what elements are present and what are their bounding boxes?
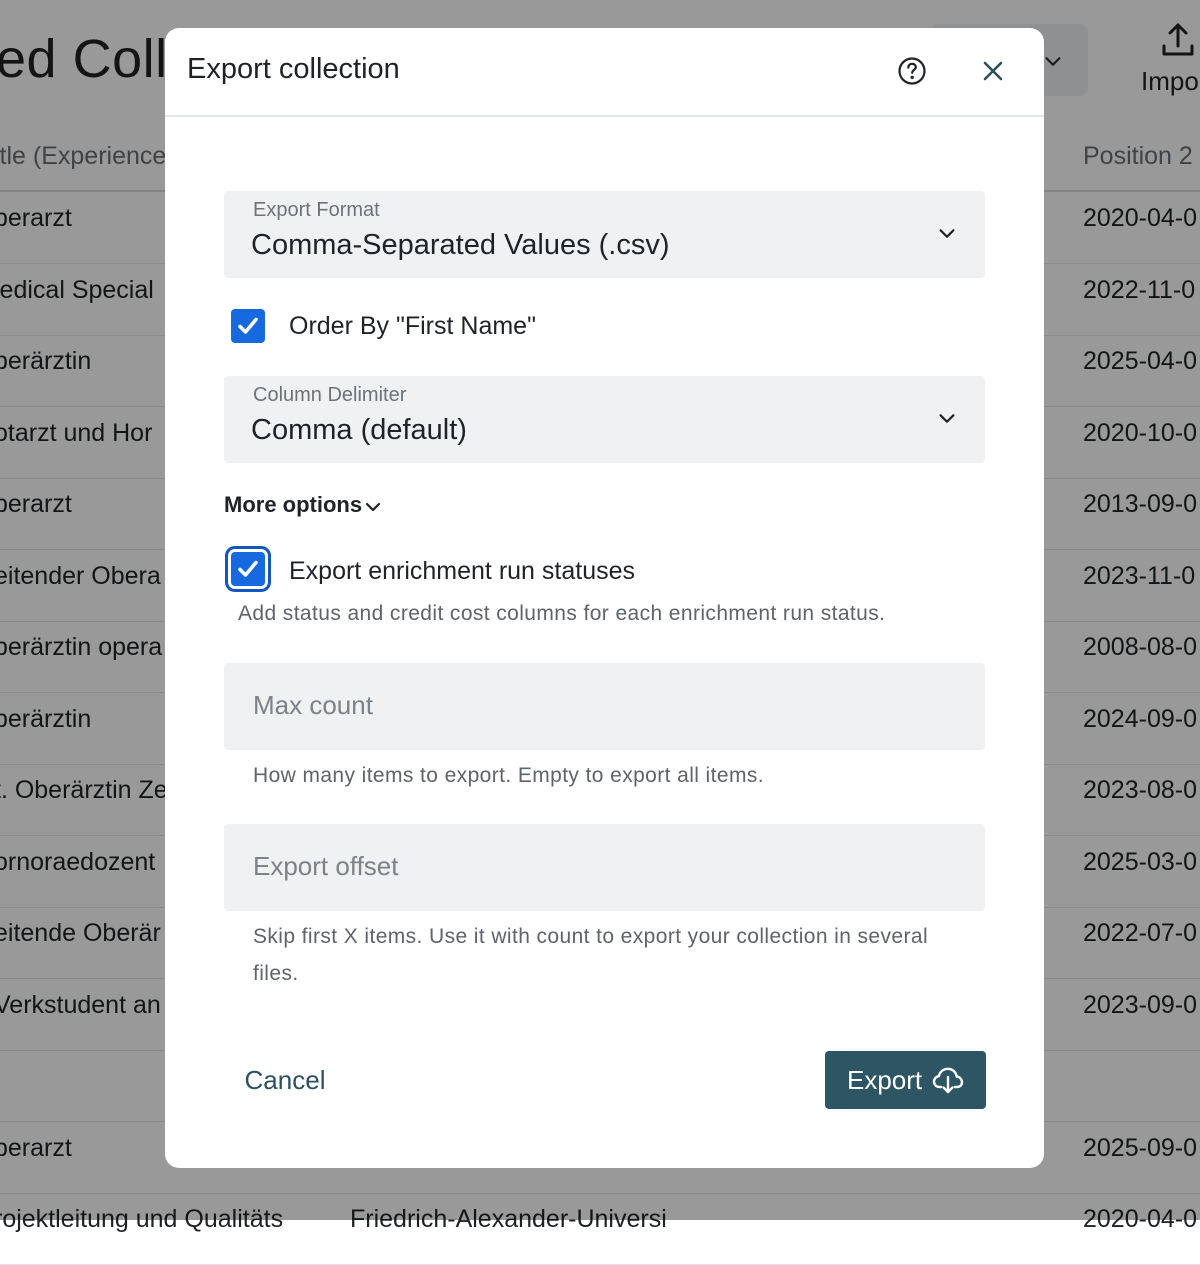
export-collection-dialog: Export collection Export Format Comma-Se… <box>165 28 1044 1168</box>
max-count-input[interactable]: Max count <box>224 663 985 750</box>
column-delimiter-value: Comma (default) <box>251 414 467 446</box>
column-delimiter-label: Column Delimiter <box>253 384 407 406</box>
chevron-down-icon <box>939 414 955 423</box>
max-count-helper-text: How many items to export. Empty to expor… <box>253 764 764 787</box>
column-delimiter-select[interactable]: Column Delimiter Comma (default) <box>224 376 985 463</box>
enrichment-helper-text: Add status and credit cost columns for e… <box>238 602 886 625</box>
order-by-label: Order By "First Name" <box>289 312 536 340</box>
export-offset-input[interactable]: Export offset <box>224 824 985 911</box>
export-button-label: Export <box>847 1065 923 1095</box>
export-format-value: Comma-Separated Values (.csv) <box>251 229 670 261</box>
export-format-select[interactable]: Export Format Comma-Separated Values (.c… <box>224 191 985 278</box>
close-button[interactable] <box>971 49 1015 93</box>
chevron-down-icon <box>365 502 381 512</box>
more-options-toggle[interactable]: More options <box>224 492 381 524</box>
enrichment-row[interactable]: Export enrichment run statuses <box>224 548 864 598</box>
check-icon <box>238 317 258 334</box>
cloud-download-icon <box>932 1067 964 1094</box>
close-icon <box>983 61 1003 81</box>
check-icon <box>238 560 258 577</box>
enrichment-label: Export enrichment run statuses <box>289 557 635 585</box>
chevron-down-icon <box>939 229 955 238</box>
enrichment-checkbox[interactable] <box>231 552 265 586</box>
export-offset-placeholder: Export offset <box>253 851 399 881</box>
export-format-label: Export Format <box>253 199 380 221</box>
cancel-button[interactable]: Cancel <box>225 1051 345 1109</box>
max-count-placeholder: Max count <box>253 690 373 720</box>
export-button[interactable]: Export <box>825 1051 986 1109</box>
order-by-row[interactable]: Order By "First Name" <box>224 304 824 354</box>
dialog-title: Export collection <box>187 53 400 85</box>
order-by-checkbox[interactable] <box>231 309 265 343</box>
export-offset-helper-text: Skip first X items. Use it with count to… <box>253 925 929 985</box>
dialog-header: Export collection <box>165 28 1044 117</box>
more-options-label: More options <box>224 492 363 517</box>
help-circle-icon <box>898 57 926 85</box>
help-button[interactable] <box>890 49 934 93</box>
